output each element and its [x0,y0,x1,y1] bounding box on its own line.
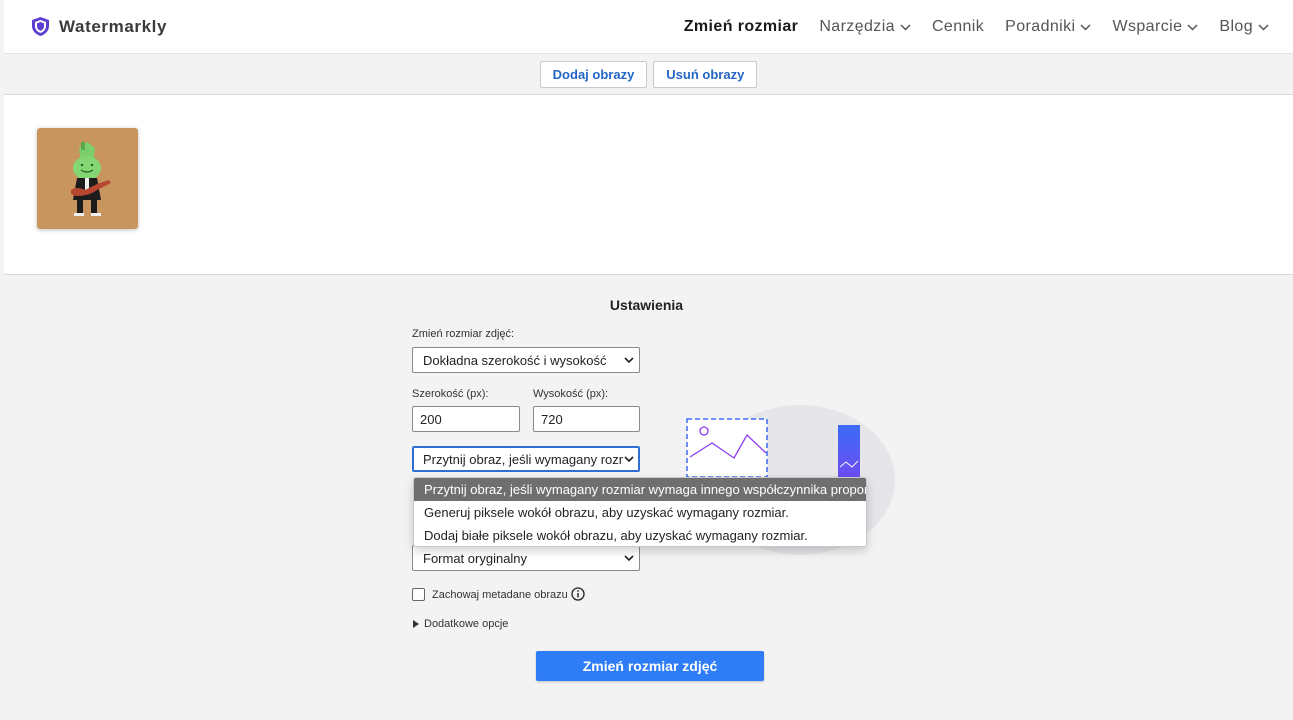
height-label: Wysokość (px): [533,388,609,400]
height-input[interactable]: 720 [533,406,640,432]
shield-icon [32,17,49,36]
resize-mode-value: Dokładna szerokość i wysokość [423,352,607,368]
nav-item-label: Zmień rozmiar [683,18,799,35]
image-thumbnail[interactable] [37,128,138,229]
advanced-options-label: Dodatkowe opcje [424,618,509,630]
width-label: Szerokość (px): [412,388,489,400]
fit-mode-value: Przytnij obraz, jeśli wymagany rozm [423,451,623,467]
keep-metadata-checkbox[interactable] [412,588,425,601]
remove-images-button[interactable]: Usuń obrazy [653,60,758,88]
width-input[interactable]: 200 [412,406,520,432]
caret-down-icon [624,555,634,562]
advanced-options-toggle[interactable]: Dodatkowe opcje [413,618,508,630]
format-select[interactable]: Format oryginalny [412,545,640,571]
nav-item-4[interactable]: Wsparcie [1112,18,1198,36]
format-value: Format oryginalny [423,550,528,566]
nav-item-label: Blog [1219,18,1253,35]
fit-mode-option[interactable]: Dodaj białe piksele wokół obrazu, aby uz… [414,524,866,546]
main-nav: Zmień rozmiar Narzędzia Cennik Poradniki Wsp… [663,0,1269,54]
add-images-button[interactable]: Dodaj obrazy [539,60,648,88]
fit-mode-options: Przytnij obraz, jeśli wymagany rozmiar w… [413,477,867,547]
nav-item-label: Cennik [931,18,985,35]
keep-metadata-label[interactable]: Zachowaj metadane obrazu [432,589,568,601]
caret-down-icon [624,357,634,364]
fit-mode-option[interactable]: Generuj piksele wokół obrazu, aby uzyska… [414,501,866,524]
nav-item-5[interactable]: Blog [1219,18,1269,36]
image-toolbar: Dodaj obrazy Usuń obrazy [4,54,1293,95]
thumbnail-picture [37,128,138,229]
resize-mode-label: Zmień rozmiar zdjęć: [412,328,515,340]
nav-item-label: Narzędzia [819,18,895,35]
image-gallery [4,95,1293,275]
info-icon[interactable] [571,587,585,601]
settings-title: Ustawienia [609,297,684,313]
resize-images-button[interactable]: Zmień rozmiar zdjęć [536,651,764,681]
top-navbar: Watermarkly Zmień rozmiar Narzędzia Cennik… [4,0,1293,54]
chevron-down-icon [1187,23,1198,31]
brand-name: Watermarkly [59,16,168,36]
chevron-down-icon [1258,23,1269,31]
nav-item-2[interactable]: Cennik [932,18,984,36]
resize-mode-select[interactable]: Dokładna szerokość i wysokość [412,347,640,373]
nav-item-3[interactable]: Poradniki [1005,18,1092,36]
nav-item-label: Poradniki [1005,18,1076,35]
caret-down-icon [624,456,634,463]
nav-item-1[interactable]: Narzędzia [819,18,911,36]
brand[interactable]: Watermarkly [32,17,167,37]
triangle-right-icon [413,620,419,628]
chevron-down-icon [900,23,911,31]
nav-item-0[interactable]: Zmień rozmiar [684,18,799,36]
fit-mode-option[interactable]: Przytnij obraz, jeśli wymagany rozmiar w… [414,478,866,501]
nav-item-label: Wsparcie [1112,18,1183,35]
chevron-down-icon [1080,23,1092,31]
fit-mode-select[interactable]: Przytnij obraz, jeśli wymagany rozm [412,446,640,472]
